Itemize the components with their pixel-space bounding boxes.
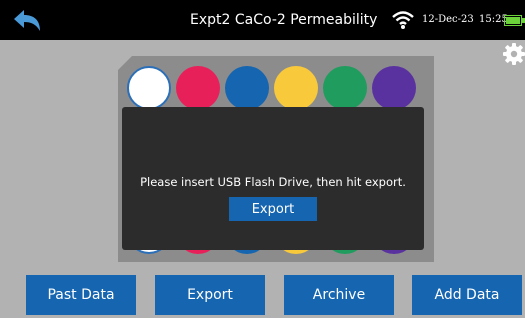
well-a4[interactable]	[274, 66, 318, 110]
settings-gear-icon[interactable]	[503, 43, 525, 65]
top-bar: Expt2 CaCo-2 Permeability 12-Dec-23 15:2…	[0, 0, 525, 40]
well-a5[interactable]	[323, 66, 367, 110]
usb-export-dialog: Please insert USB Flash Drive, then hit …	[122, 107, 424, 250]
battery-icon	[504, 15, 525, 26]
export-button[interactable]: Export	[155, 275, 265, 315]
past-data-button[interactable]: Past Data	[26, 275, 136, 315]
date-display: 12-Dec-23	[422, 14, 474, 25]
back-arrow-icon[interactable]	[12, 9, 42, 33]
add-data-button[interactable]: Add Data	[412, 275, 522, 315]
well-a3[interactable]	[225, 66, 269, 110]
dialog-message: Please insert USB Flash Drive, then hit …	[140, 175, 406, 189]
page-title: Expt2 CaCo-2 Permeability	[190, 12, 378, 28]
wifi-icon	[392, 11, 414, 29]
well-a1[interactable]	[127, 66, 171, 110]
well-a2[interactable]	[176, 66, 220, 110]
dialog-export-button[interactable]: Export	[229, 197, 317, 221]
well-a6[interactable]	[372, 66, 416, 110]
archive-button[interactable]: Archive	[284, 275, 394, 315]
